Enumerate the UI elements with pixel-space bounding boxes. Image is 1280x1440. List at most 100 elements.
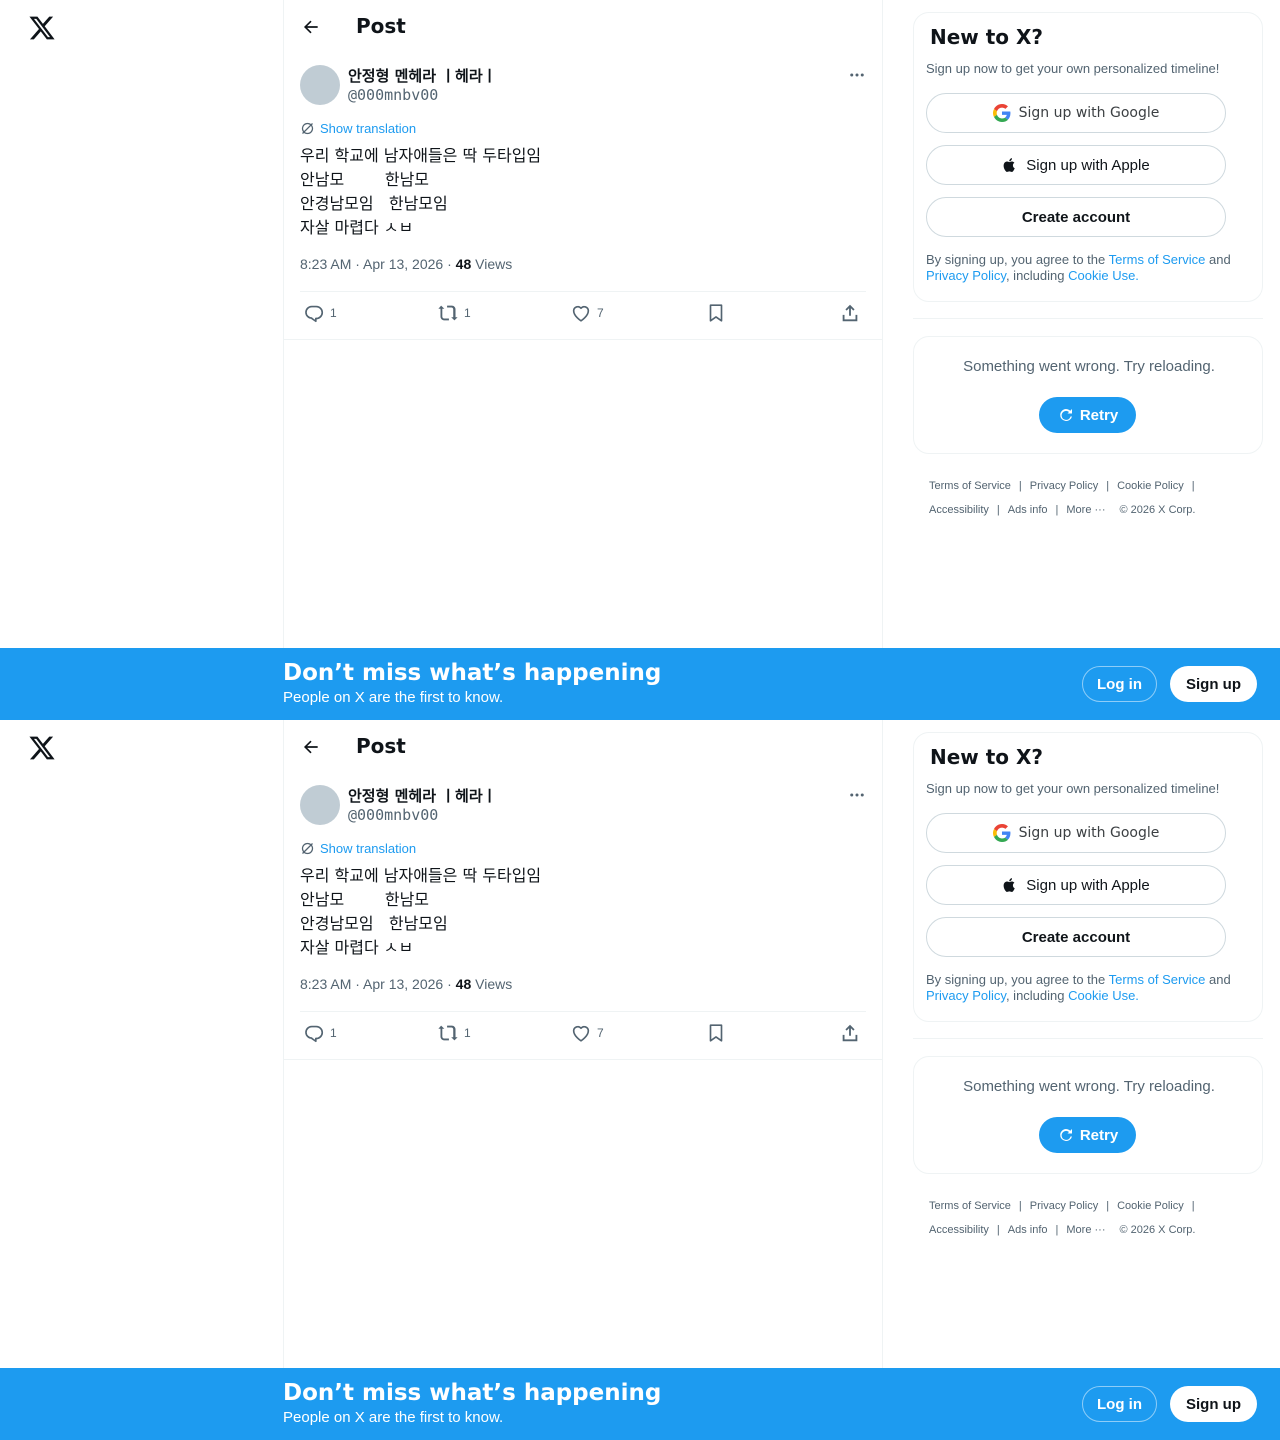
- terms-text: By signing up, you agree to the: [926, 972, 1109, 987]
- x-logo-icon[interactable]: [28, 14, 56, 42]
- login-button[interactable]: Log in: [1082, 1386, 1157, 1422]
- signup-terms: By signing up, you agree to the Terms of…: [926, 252, 1256, 284]
- footer-more-button[interactable]: More ···: [1066, 1224, 1105, 1236]
- footer-row: Accessibility | Ads info | More ··· © 20…: [929, 498, 1259, 522]
- repost-icon: [438, 1025, 458, 1041]
- footer-ads-link[interactable]: Ads info: [1008, 504, 1048, 516]
- reply-button[interactable]: 1: [303, 302, 337, 324]
- terms-text: and: [1205, 252, 1231, 267]
- author-handle[interactable]: @000mnbv00: [348, 86, 438, 104]
- signup-subtitle: Sign up now to get your own personalized…: [926, 781, 1220, 796]
- like-button[interactable]: 7: [570, 302, 604, 324]
- signup-apple-button[interactable]: Sign up with Apple: [926, 865, 1226, 905]
- footer-accessibility-link[interactable]: Accessibility: [929, 504, 989, 516]
- author-name[interactable]: 안정형 멘헤라 ㅣ헤라ㅣ: [348, 65, 496, 86]
- reply-button[interactable]: 1: [303, 1022, 337, 1044]
- more-button[interactable]: [844, 784, 870, 806]
- signup-title: New to X?: [930, 745, 1044, 769]
- create-account-label: Create account: [1021, 208, 1131, 226]
- post-meta: 8:23 AM · Apr 13, 2026 · 48 Views: [300, 976, 512, 992]
- divider: [300, 1011, 866, 1012]
- views-count: 48: [455, 256, 472, 272]
- bookmark-icon: [709, 304, 723, 322]
- footer-links: Terms of Service | Privacy Policy | Cook…: [929, 474, 1259, 522]
- signup-button[interactable]: Sign up: [1170, 1386, 1257, 1422]
- signup-apple-label: Sign up with Apple: [1026, 156, 1150, 174]
- post-text-line: 자살 마렵다 ㅅㅂ: [300, 218, 414, 237]
- post-text: 우리 학교에 남자애들은 딱 두타입임 안남모 한남모 안경남모임 한남모임 자…: [300, 864, 860, 960]
- footer-links: Terms of Service | Privacy Policy | Cook…: [929, 1194, 1259, 1242]
- footer-row: Terms of Service | Privacy Policy | Cook…: [929, 1194, 1259, 1218]
- terms-of-service-link[interactable]: Terms of Service: [1109, 252, 1206, 267]
- footer-separator: |: [1191, 1200, 1195, 1212]
- footer-terms-link[interactable]: Terms of Service: [929, 1200, 1011, 1212]
- signup-apple-button[interactable]: Sign up with Apple: [926, 145, 1226, 185]
- login-button[interactable]: Log in: [1082, 666, 1157, 702]
- show-translation-label: Show translation: [320, 841, 417, 856]
- retry-button[interactable]: Retry: [1039, 397, 1136, 433]
- footer-ads-link[interactable]: Ads info: [1008, 1224, 1048, 1236]
- avatar[interactable]: [300, 65, 340, 105]
- screen: Post 안정형 멘헤라 ㅣ헤라ㅣ @000mnbv00 Show transl…: [0, 720, 1280, 1440]
- share-icon: [842, 1024, 858, 1042]
- footer-privacy-link[interactable]: Privacy Policy: [1030, 480, 1098, 492]
- banner-subtitle: People on X are the first to know.: [283, 689, 504, 706]
- privacy-policy-link[interactable]: Privacy Policy: [926, 988, 1006, 1003]
- retry-label: Retry: [1079, 406, 1119, 424]
- repost-icon: [438, 305, 458, 321]
- create-account-button[interactable]: Create account: [926, 197, 1226, 237]
- signup-title: New to X?: [930, 25, 1044, 49]
- reply-icon: [305, 305, 324, 323]
- post-text-line: 안경남모임 한남모임: [300, 914, 448, 933]
- author-name[interactable]: 안정형 멘헤라 ㅣ헤라ㅣ: [348, 785, 496, 806]
- show-translation-link[interactable]: Show translation: [300, 121, 416, 136]
- share-button[interactable]: [839, 302, 861, 324]
- avatar[interactable]: [300, 785, 340, 825]
- signup-google-button[interactable]: Sign up with Google: [926, 813, 1226, 853]
- back-button[interactable]: [296, 732, 326, 762]
- terms-of-service-link[interactable]: Terms of Service: [1109, 972, 1206, 987]
- apple-icon: [1003, 878, 1015, 892]
- bookmark-button[interactable]: [705, 302, 727, 324]
- reply-icon: [305, 1025, 324, 1043]
- footer-separator: |: [996, 1224, 1000, 1236]
- footer-cookie-link[interactable]: Cookie Policy: [1117, 1200, 1184, 1212]
- footer-accessibility-link[interactable]: Accessibility: [929, 1224, 989, 1236]
- footer-terms-link[interactable]: Terms of Service: [929, 480, 1011, 492]
- post-timestamp[interactable]: 8:23 AM · Apr 13, 2026 ·: [300, 976, 456, 992]
- privacy-policy-link[interactable]: Privacy Policy: [926, 268, 1006, 283]
- terms-text: and: [1205, 972, 1231, 987]
- banner-subtitle: People on X are the first to know.: [283, 1409, 504, 1426]
- repost-button[interactable]: 1: [437, 1022, 471, 1044]
- like-button[interactable]: 7: [570, 1022, 604, 1044]
- banner-title: Don’t miss what’s happening: [283, 660, 662, 686]
- share-button[interactable]: [839, 1022, 861, 1044]
- footer-separator: |: [1018, 1200, 1022, 1212]
- footer-privacy-link[interactable]: Privacy Policy: [1030, 1200, 1098, 1212]
- signup-button[interactable]: Sign up: [1170, 666, 1257, 702]
- cookie-use-link[interactable]: Cookie Use.: [1068, 988, 1139, 1003]
- x-logo-icon[interactable]: [28, 734, 56, 762]
- page-title: Post: [356, 734, 406, 758]
- signup-card: New to X? Sign up now to get your own pe…: [913, 732, 1263, 1022]
- signup-google-button[interactable]: Sign up with Google: [926, 93, 1226, 133]
- show-translation-label: Show translation: [320, 121, 417, 136]
- author-handle[interactable]: @000mnbv00: [348, 806, 438, 824]
- footer-separator: |: [1106, 480, 1110, 492]
- footer-more-button[interactable]: More ···: [1066, 504, 1105, 516]
- bookmark-button[interactable]: [705, 1022, 727, 1044]
- footer-cookie-link[interactable]: Cookie Policy: [1117, 480, 1184, 492]
- back-button[interactable]: [296, 12, 326, 42]
- create-account-button[interactable]: Create account: [926, 917, 1226, 957]
- more-button[interactable]: [844, 64, 870, 86]
- signup-card: New to X? Sign up now to get your own pe…: [913, 12, 1263, 302]
- translate-icon: [301, 842, 314, 855]
- show-translation-link[interactable]: Show translation: [300, 841, 416, 856]
- repost-button[interactable]: 1: [437, 302, 471, 324]
- cookie-use-link[interactable]: Cookie Use.: [1068, 268, 1139, 283]
- post-text-line: 우리 학교에 남자애들은 딱 두타입임: [300, 146, 542, 165]
- post-timestamp[interactable]: 8:23 AM · Apr 13, 2026 ·: [300, 256, 456, 272]
- create-account-label: Create account: [1021, 928, 1131, 946]
- retry-button[interactable]: Retry: [1039, 1117, 1136, 1153]
- terms-text: By signing up, you agree to the: [926, 252, 1109, 267]
